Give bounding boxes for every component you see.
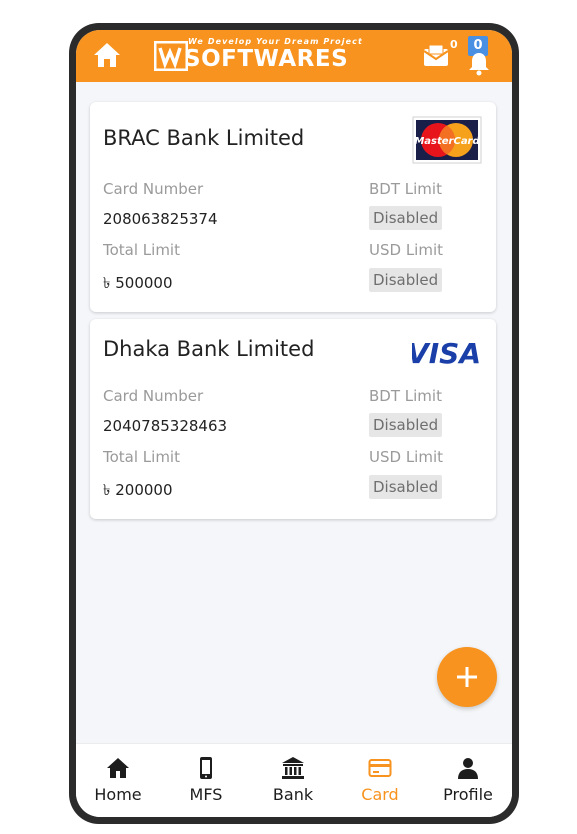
usd-limit-label: USD Limit (369, 448, 444, 466)
bdt-limit-label: BDT Limit (369, 180, 442, 198)
bell-icon (469, 53, 489, 76)
user-icon (458, 758, 478, 779)
bank-icon (282, 757, 304, 779)
bank-name: BRAC Bank Limited (103, 126, 305, 150)
mobile-icon (200, 757, 212, 779)
bdt-limit-status: Disabled (369, 206, 443, 230)
card-item[interactable]: BRAC Bank Limited MasterCard Card Number… (90, 102, 496, 312)
bottom-nav: Home MFS Bank Card Profile (76, 743, 512, 817)
nav-label: Bank (272, 785, 314, 804)
nav-label: Card (361, 785, 399, 804)
card-number-label: Card Number (103, 387, 204, 405)
total-limit-value: ৳ 200000 (103, 481, 173, 499)
nav-item-card[interactable]: Card (340, 744, 420, 817)
card-number-value: 2040785328463 (103, 417, 228, 435)
mastercard-logo-icon: MasterCard (412, 116, 482, 164)
bank-name: Dhaka Bank Limited (103, 337, 315, 361)
home-icon (107, 758, 129, 778)
nav-item-mfs[interactable]: MFS (166, 744, 246, 817)
app-logo: We Develop Your Dream Project SOFTWARES (154, 37, 372, 73)
mail-icon[interactable] (422, 44, 450, 68)
card-item[interactable]: Dhaka Bank Limited VISA Card Number 2040… (90, 319, 496, 519)
add-card-button[interactable] (437, 647, 497, 707)
svg-text:VISA: VISA (412, 337, 481, 367)
usd-limit-status: Disabled (369, 268, 443, 292)
total-limit-label: Total Limit (103, 448, 180, 466)
credit-card-icon (368, 759, 392, 777)
card-number-label: Card Number (103, 180, 204, 198)
nav-label: MFS (189, 785, 223, 804)
card-number-value: 208063825374 (103, 210, 218, 228)
usd-limit-status: Disabled (369, 475, 443, 499)
visa-logo-icon: VISA (412, 337, 481, 367)
total-limit-label: Total Limit (103, 241, 180, 259)
bdt-limit-status: Disabled (369, 413, 443, 437)
bdt-limit-label: BDT Limit (369, 387, 442, 405)
logo-tagline: We Develop Your Dream Project (188, 37, 363, 46)
app-screen: We Develop Your Dream Project SOFTWARES … (76, 30, 512, 817)
total-limit-value: ৳ 500000 (103, 274, 173, 292)
logo-brand-text: SOFTWARES (184, 46, 349, 72)
nav-item-bank[interactable]: Bank (253, 744, 333, 817)
phone-frame: We Develop Your Dream Project SOFTWARES … (69, 23, 519, 824)
app-header: We Develop Your Dream Project SOFTWARES … (76, 30, 512, 82)
nav-item-home[interactable]: Home (78, 744, 158, 817)
usd-limit-label: USD Limit (369, 241, 444, 259)
nav-label: Home (94, 785, 142, 804)
notification-button[interactable]: 0 (466, 36, 496, 76)
svg-text:MasterCard: MasterCard (414, 136, 480, 147)
mail-count-badge: 0 (450, 38, 458, 51)
nav-item-profile[interactable]: Profile (428, 744, 508, 817)
plus-icon (457, 667, 477, 687)
home-icon[interactable] (92, 41, 122, 69)
nav-label: Profile (443, 785, 493, 804)
logo-mark-icon (154, 41, 188, 71)
